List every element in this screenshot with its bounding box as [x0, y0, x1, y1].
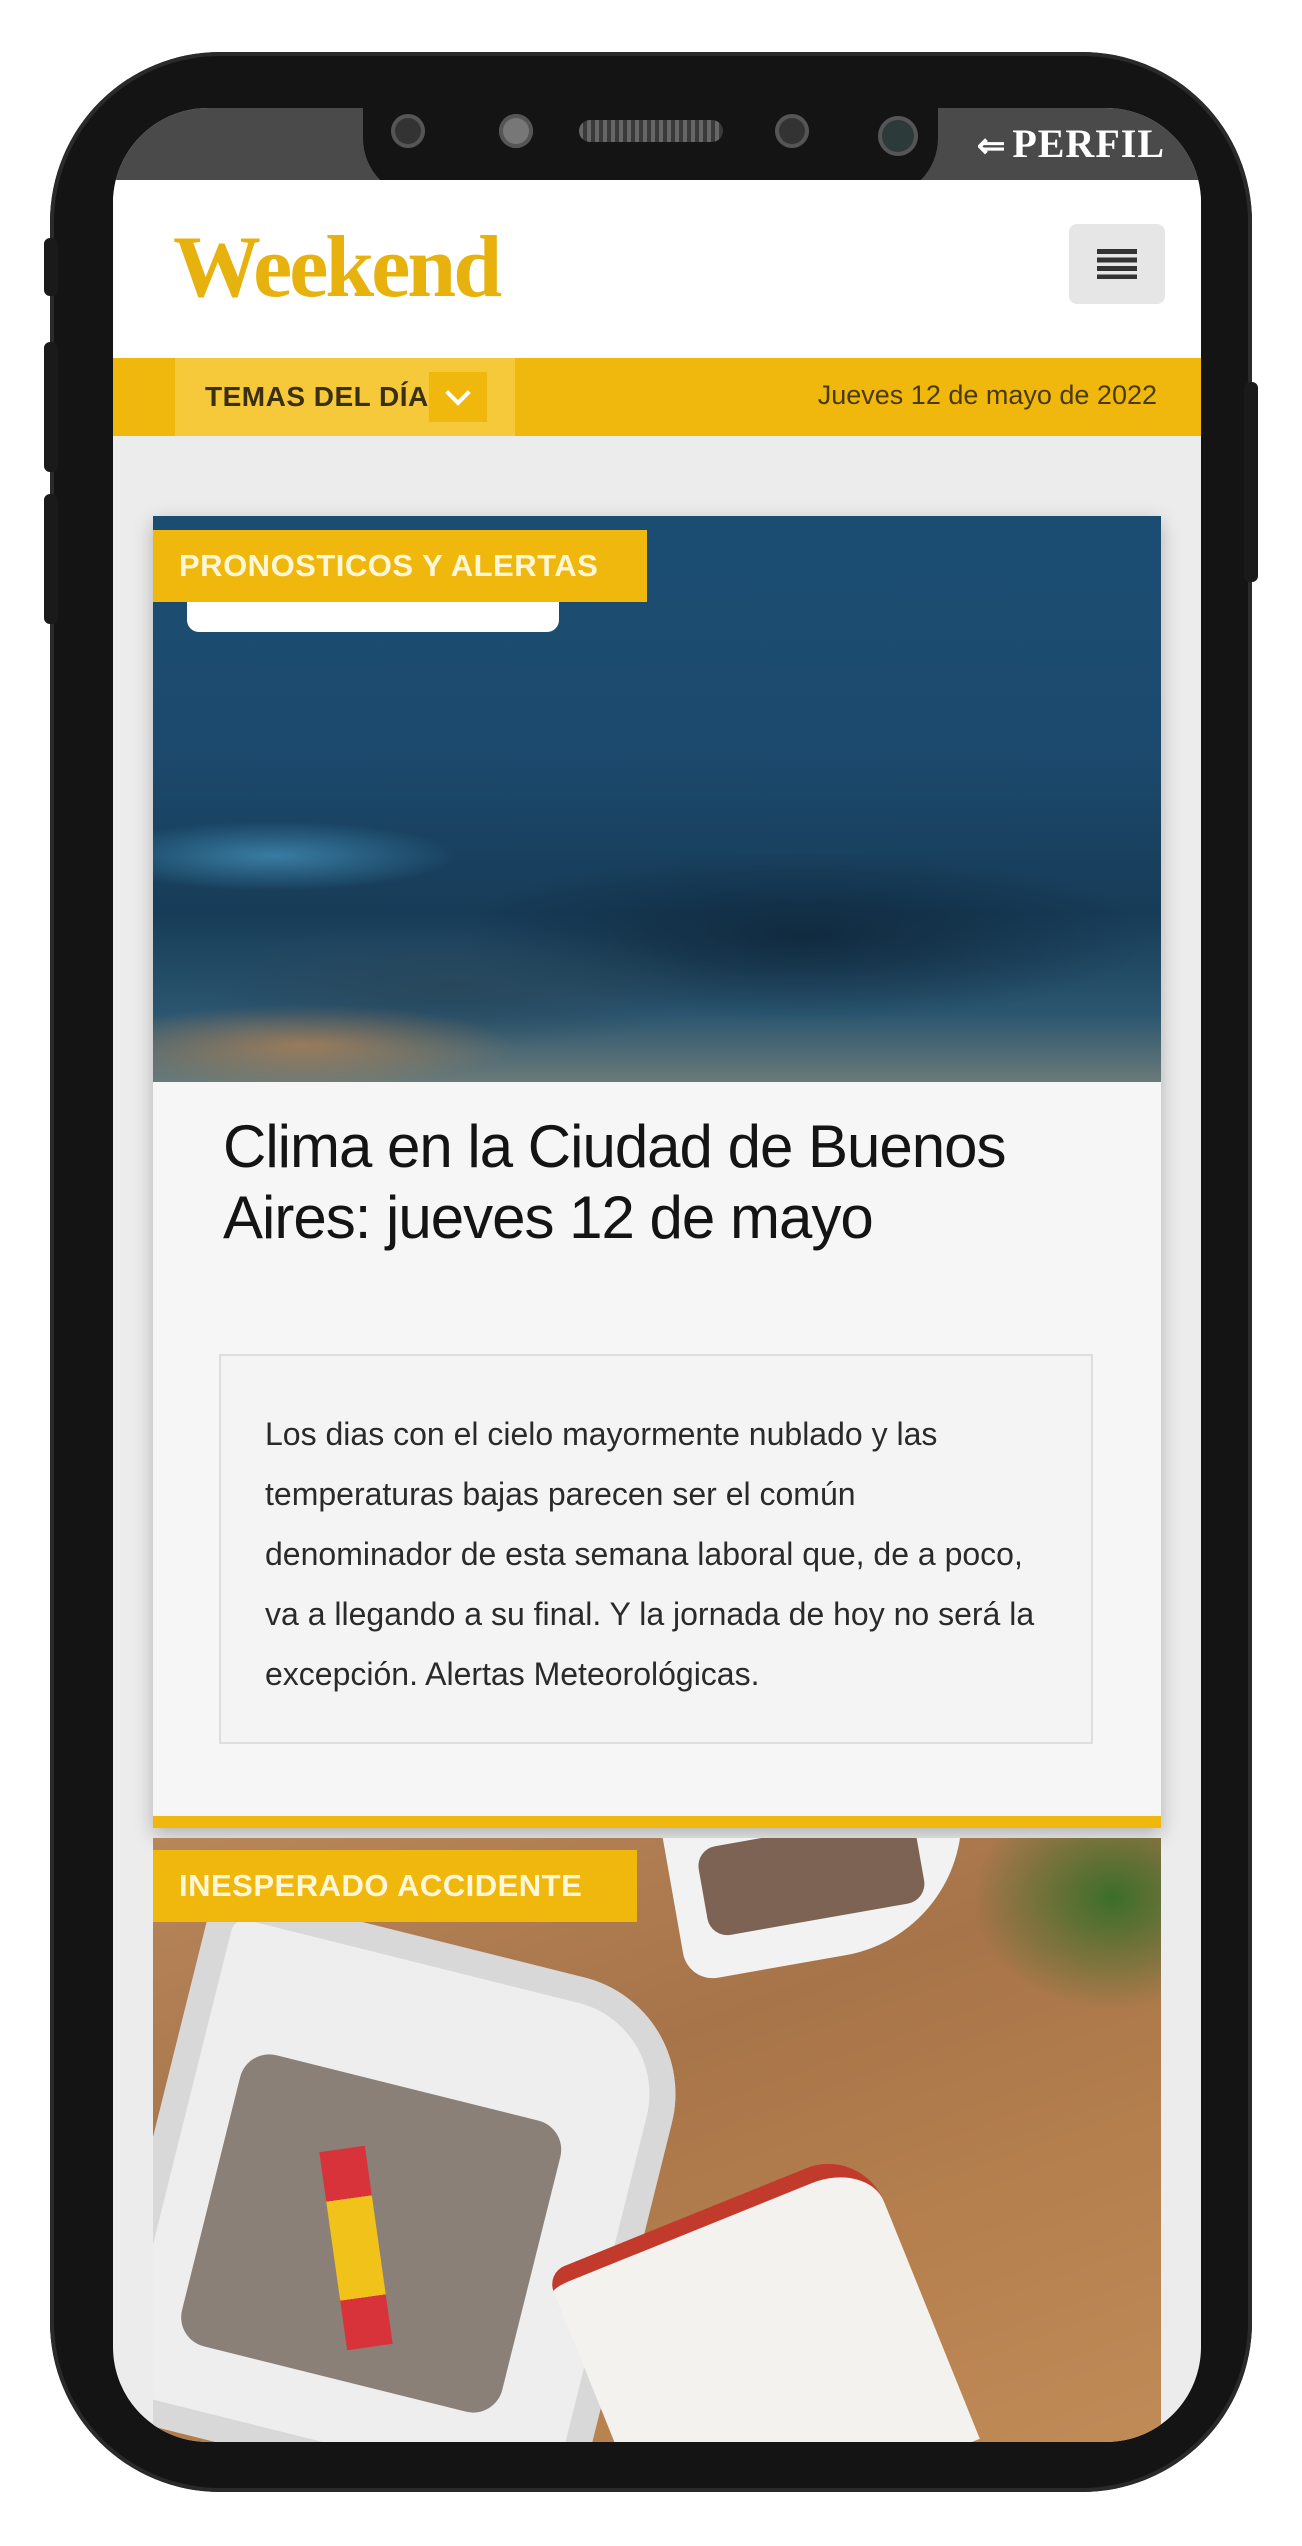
topics-bar: TEMAS DEL DÍA Jueves 12 de mayo de 2022 — [113, 358, 1201, 436]
temas-del-dia-label: TEMAS DEL DÍA — [205, 381, 429, 412]
silent-switch — [44, 238, 58, 296]
weekend-logo[interactable]: Weekend — [173, 224, 502, 312]
phone-screen: ⇐ PERFIL Weekend TEMAS DEL DÍA Jueves 12 … — [113, 108, 1201, 2442]
hamburger-menu-button[interactable] — [1069, 224, 1165, 304]
proximity-sensor-icon — [499, 114, 533, 148]
power-button — [1244, 382, 1258, 582]
article-headline[interactable]: Clima en la Ciudad de Buenos Aires: juev… — [223, 1112, 1123, 1254]
camera-lens-icon — [878, 116, 918, 156]
article-card[interactable]: INESPERADO ACCIDENTE — [153, 1838, 1161, 2442]
current-date: Jueves 12 de mayo de 2022 — [817, 380, 1157, 410]
article-card[interactable]: PRONOSTICOS Y ALERTAS Clima en la Ciudad… — [153, 516, 1161, 1828]
front-camera-icon — [775, 114, 809, 148]
category-tag[interactable]: INESPERADO ACCIDENTE — [153, 1850, 637, 1922]
site-header: Weekend — [113, 180, 1201, 358]
image-caption-pill — [187, 602, 559, 632]
article-summary: Los dias con el cielo mayormente nublado… — [265, 1416, 1035, 1692]
earpiece-speaker — [579, 120, 723, 142]
dropdown-toggle-button[interactable] — [429, 372, 487, 422]
volume-up-button — [44, 342, 58, 472]
volume-down-button — [44, 494, 58, 624]
category-tag[interactable]: PRONOSTICOS Y ALERTAS — [153, 530, 647, 602]
sensor-icon — [391, 114, 425, 148]
temas-del-dia-dropdown[interactable]: TEMAS DEL DÍA — [175, 358, 515, 436]
article-summary-box: Los dias con el cielo mayormente nublado… — [219, 1354, 1093, 1744]
boat-image-shape — [662, 1838, 984, 1983]
arrow-icon: ⇐ — [976, 128, 1007, 165]
hamburger-menu-icon — [1097, 249, 1137, 279]
perfil-link[interactable]: ⇐ PERFIL — [977, 120, 1165, 167]
chevron-down-icon — [445, 380, 471, 406]
